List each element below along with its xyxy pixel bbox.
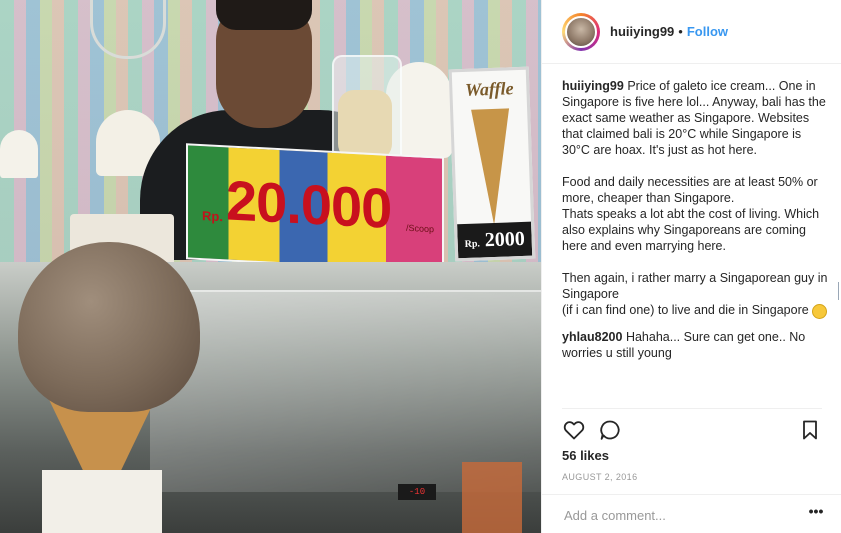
stacked-cones — [338, 90, 392, 160]
comments-list[interactable]: huiiying99 Price of galeto ice cream... … — [562, 78, 828, 371]
action-bar — [562, 418, 822, 442]
instagram-post: Rp. 20.000 /Scoop Waffle Rp. 2000 -10 hu… — [0, 0, 841, 533]
post-header: huiiying99 • Follow — [542, 0, 841, 64]
comment-bar: ••• — [542, 494, 841, 533]
orange-box — [462, 462, 522, 533]
bookmark-icon[interactable] — [798, 418, 822, 442]
freezer-thermometer: -10 — [398, 484, 436, 500]
section-divider — [562, 408, 822, 409]
waffle-sign: Waffle Rp. 2000 — [448, 66, 536, 262]
ice-cream-scoop — [18, 242, 200, 412]
price-sign: Rp. 20.000 /Scoop — [186, 143, 444, 273]
reply-comment: yhlau8200 Hahaha... Sure can get one.. N… — [562, 329, 828, 361]
grinning-face-icon — [812, 304, 828, 320]
text-cursor — [838, 282, 839, 300]
pendant-lamp — [0, 130, 38, 178]
price-sign-currency: Rp. — [202, 208, 223, 225]
comment-bubble-icon[interactable] — [598, 418, 622, 442]
waffle-sign-price: Rp. 2000 — [457, 221, 533, 259]
story-ring[interactable] — [562, 12, 600, 51]
price-sign-value: 20.000 — [226, 168, 392, 240]
waffle-price-currency: Rp. — [464, 238, 481, 251]
follow-button[interactable]: Follow — [687, 24, 728, 39]
waffle-sign-title: Waffle — [464, 78, 514, 100]
heart-icon[interactable] — [562, 418, 586, 442]
comment-username[interactable]: huiiying99 — [562, 79, 624, 93]
comment-input[interactable] — [562, 503, 796, 527]
post-date[interactable]: AUGUST 2, 2016 — [562, 472, 637, 482]
caption-comment: huiiying99 Price of galeto ice cream... … — [562, 78, 828, 320]
post-photo[interactable]: Rp. 20.000 /Scoop Waffle Rp. 2000 -10 — [0, 0, 541, 533]
username-link[interactable]: huiiying99 — [610, 24, 674, 39]
separator-dot: • — [678, 24, 683, 39]
likes-count[interactable]: 56 likes — [562, 448, 609, 463]
post-side-panel: huiiying99 • Follow huiiying99 Price of … — [541, 0, 841, 533]
more-options-icon[interactable]: ••• — [806, 503, 826, 523]
comment-text: Price of galeto ice cream... One in Sing… — [562, 79, 828, 317]
avatar[interactable] — [565, 15, 597, 48]
vendor-hair — [216, 0, 312, 30]
cone-wrapper — [42, 470, 162, 533]
waffle-price-value: 2000 — [484, 227, 526, 252]
waffle-cone-picture — [471, 108, 514, 226]
price-sign-unit: /Scoop — [406, 222, 435, 235]
comment-username[interactable]: yhlau8200 — [562, 330, 622, 344]
